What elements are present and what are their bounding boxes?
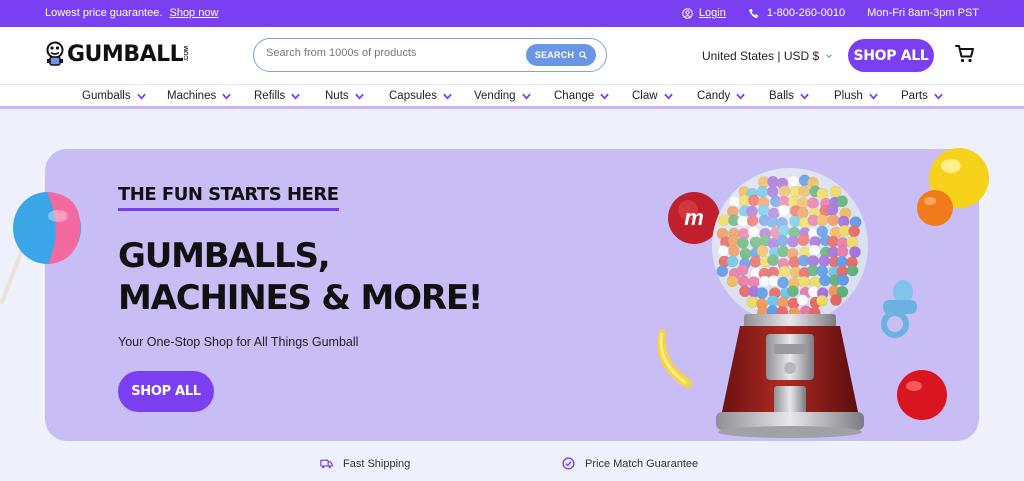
nav-item-label: Vending <box>474 90 516 102</box>
nav-item-parts[interactable]: Parts <box>901 90 943 102</box>
category-list: Gumballs Machines Refills Nuts Capsules Vendi… <box>0 90 1024 106</box>
chevron-down-icon <box>291 93 301 100</box>
nav-item-label: Gumballs <box>82 90 131 102</box>
feature-strip: Fast Shipping Price Match Guarantee <box>0 452 1024 481</box>
nav-item-label: Parts <box>901 90 928 102</box>
chevron-down-icon <box>736 93 746 100</box>
red-gumball-image <box>897 370 947 420</box>
chevron-down-icon <box>600 93 610 100</box>
nav-item-candy[interactable]: Candy <box>697 90 746 102</box>
region-label: United States | USD $ <box>702 49 820 63</box>
chevron-down-icon <box>663 93 673 100</box>
nav-item-balls[interactable]: Balls <box>769 90 809 102</box>
feature-fast-shipping: Fast Shipping <box>320 457 410 470</box>
chevron-down-icon <box>136 93 146 100</box>
nav-item-capsules[interactable]: Capsules <box>389 90 452 102</box>
gumball-machine-image <box>712 168 868 438</box>
gumball-mascot-icon <box>46 41 64 66</box>
nav-item-label: Plush <box>834 90 863 102</box>
nav-item-label: Machines <box>167 90 217 102</box>
search-bar: SEARCH <box>253 38 607 72</box>
topbar-right: Login 1-800-260-0010 Mon-Fri 8am-3pm PST <box>682 7 979 19</box>
shop-all-hero-button[interactable]: SHOP ALL <box>118 371 214 412</box>
logo-suffix: .COM <box>184 46 191 62</box>
shop-all-header-button[interactable]: SHOP ALL <box>848 39 934 72</box>
search-button-label: SEARCH <box>534 50 575 60</box>
business-hours: Mon-Fri 8am-3pm PST <box>867 7 979 19</box>
nav-item-label: Refills <box>254 90 286 102</box>
nav-item-label: Candy <box>697 90 731 102</box>
nav-item-refills[interactable]: Refills <box>254 90 301 102</box>
feature-price-match: Price Match Guarantee <box>562 457 698 470</box>
nav-item-plush[interactable]: Plush <box>834 90 878 102</box>
nav-item-nuts[interactable]: Nuts <box>325 90 364 102</box>
login-link[interactable]: Login <box>699 7 726 19</box>
shopping-cart-icon[interactable] <box>955 44 975 64</box>
promo-message: Lowest price guarantee. Shop now <box>45 7 218 19</box>
nav-item-change[interactable]: Change <box>554 90 610 102</box>
promo-text: Lowest price guarantee. <box>45 7 163 19</box>
search-input[interactable] <box>266 47 516 59</box>
banana-candy-image <box>657 329 692 389</box>
phone-text: 1-800-260-0010 <box>766 7 846 19</box>
chevron-down-icon <box>800 93 809 100</box>
nav-item-label: Change <box>554 90 595 102</box>
search-icon <box>579 51 587 59</box>
phone-icon <box>749 8 758 18</box>
chevron-down-icon <box>826 54 832 58</box>
user-icon <box>682 7 693 19</box>
lollipop-image <box>0 192 81 304</box>
chevron-down-icon <box>443 93 452 100</box>
chevron-down-icon <box>934 93 943 100</box>
chevron-down-icon <box>354 93 364 100</box>
nav-item-machines[interactable]: Machines <box>167 90 231 102</box>
search-button[interactable]: SEARCH <box>526 44 596 66</box>
hero-headline: GUMBALLS, MACHINES & MORE! <box>118 236 483 318</box>
truck-icon <box>320 459 333 469</box>
logo-wordmark: GUMBALL <box>67 41 184 67</box>
phone-number[interactable]: 1-800-260-0010 <box>748 7 845 19</box>
promo-bar: Lowest price guarantee. Shop now Login 1… <box>0 0 1024 27</box>
nav-item-label: Capsules <box>389 90 437 102</box>
site-logo[interactable]: GUMBALL .COM <box>45 41 190 67</box>
feature-label: Fast Shipping <box>343 457 411 470</box>
hero-subline: Your One-Stop Shop for All Things Gumbal… <box>118 335 359 349</box>
category-nav: Gumballs Machines Refills Nuts Capsules Vendi… <box>0 85 1024 109</box>
pacifier-candy-image <box>881 280 917 338</box>
region-currency-selector[interactable]: United States | USD $ <box>702 49 833 63</box>
check-circle-icon <box>562 457 575 470</box>
feature-label: Price Match Guarantee <box>585 457 699 470</box>
chevron-down-icon <box>521 93 531 100</box>
nav-item-label: Nuts <box>325 90 349 102</box>
hero-eyebrow: THE FUN STARTS HERE <box>118 184 339 211</box>
chevron-down-icon <box>869 93 878 100</box>
nav-item-label: Claw <box>632 90 658 102</box>
shop-now-link[interactable]: Shop now <box>169 7 218 19</box>
nav-item-vending[interactable]: Vending <box>474 90 531 102</box>
nav-item-gumballs[interactable]: Gumballs <box>82 90 146 102</box>
nav-item-claw[interactable]: Claw <box>632 90 673 102</box>
site-header: GUMBALL .COM SEARCH United States | USD … <box>0 27 1024 85</box>
chevron-down-icon <box>222 93 231 100</box>
login-link-group[interactable]: Login <box>682 7 726 19</box>
orange-gumball-image <box>917 190 953 226</box>
nav-item-label: Balls <box>769 90 794 102</box>
